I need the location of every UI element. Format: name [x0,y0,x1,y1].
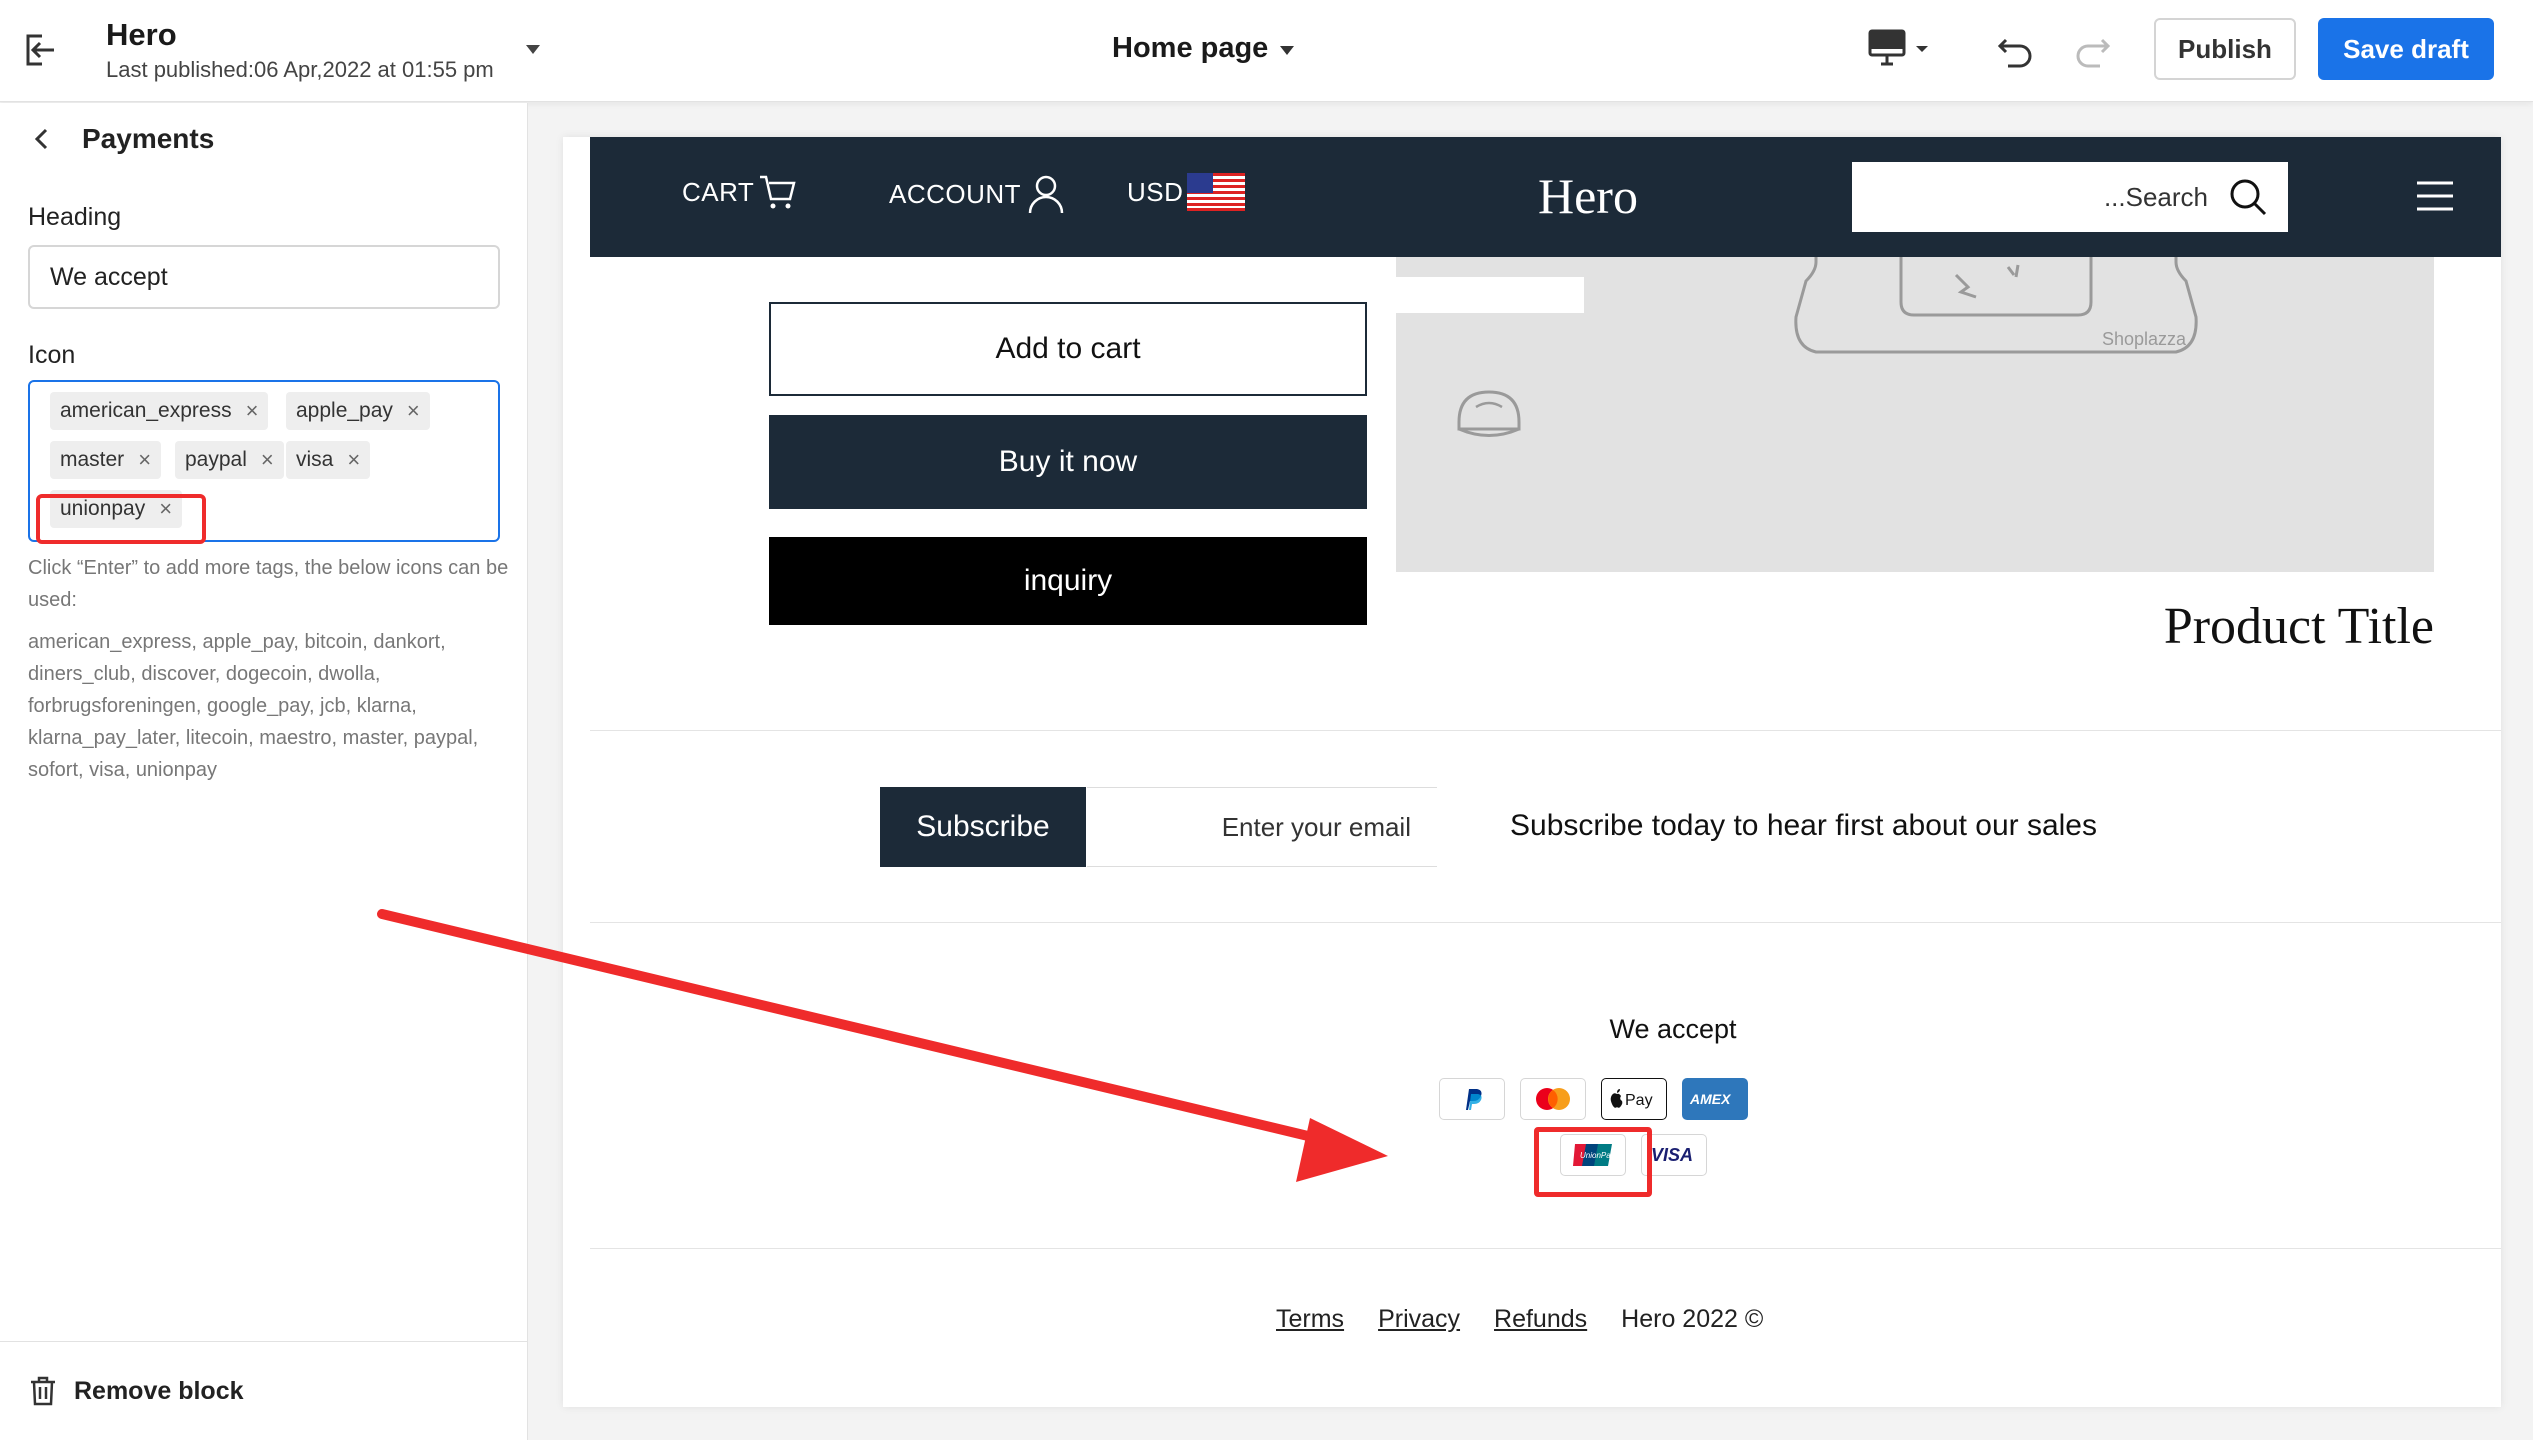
account-link[interactable]: ACCOUNT [889,173,1067,215]
helper-text: Click “Enter” to add more tags, the belo… [28,557,509,611]
image-watermark: Shoplazza [2102,329,2187,349]
undo-icon[interactable] [1996,30,2034,68]
top-bar: Hero Last published:06 Apr,2022 at 01:55… [0,0,2533,102]
tag-label: american_express [60,399,232,422]
american-express-icon: AMEX [1682,1078,1748,1120]
search-placeholder: ...Search [2103,181,2208,212]
tag-label: apple_pay [296,399,393,422]
save-draft-button[interactable]: Save draft [2318,18,2494,80]
tag-label: visa [296,448,334,471]
heading-label: Heading [28,203,122,231]
close-icon[interactable]: × [407,400,420,422]
apple-pay-icon: Pay [1601,1078,1667,1120]
inquiry-button[interactable]: inquiry [769,537,1367,625]
user-icon [1028,175,1064,214]
store-preview: CART ACCOUNT USD Hero ...Search Shoplazz… [563,137,2501,1407]
store-header: CART ACCOUNT USD Hero ...Search [590,137,2501,257]
refunds-link[interactable]: Refunds [1494,1305,1587,1334]
redo-icon[interactable] [2074,30,2112,68]
tag-visa: visa × [286,441,371,479]
remove-block-button[interactable]: Remove block [0,1341,528,1440]
trash-icon [31,1376,55,1406]
page-selector-label: Home page [1112,32,1269,64]
image-gap [1396,277,1584,313]
page-selector[interactable]: Home page [1112,32,1295,65]
us-flag-icon [1187,173,1246,211]
close-icon[interactable]: × [138,449,151,471]
svg-text:Pay: Pay [1625,1092,1653,1109]
hamburger-menu-icon[interactable] [2415,179,2455,213]
icon-tags-input[interactable]: american_express × apple_pay × master × … [28,380,500,544]
product-title: Product Title [2163,598,2434,655]
settings-panel: Payments Heading We accept Icon american… [0,103,528,1440]
back-button[interactable]: Payments [28,123,214,155]
tag-american-express: american_express × [50,392,269,430]
close-icon[interactable]: × [246,400,259,422]
unionpay-tag-highlight [36,494,206,544]
store-search-input[interactable]: ...Search [1852,162,2288,232]
cart-link[interactable]: CART [682,173,798,211]
email-input[interactable]: Enter your email [1087,787,1437,867]
add-to-cart-button[interactable]: Add to cart [769,302,1367,396]
last-published-text: Last published:06 Apr,2022 at 01:55 pm [106,57,494,82]
close-icon[interactable]: × [347,449,360,471]
footer-links: Terms Privacy Refunds Hero 2022 © [1276,1305,1763,1334]
terms-link[interactable]: Terms [1276,1305,1344,1334]
section-divider [590,922,2501,923]
icon-label: Icon [28,341,76,369]
search-icon[interactable] [2228,177,2268,217]
desktop-view-icon[interactable] [1868,28,1932,70]
available-icons-text: american_express, apple_pay, bitcoin, da… [28,631,479,781]
buy-it-now-button[interactable]: Buy it now [769,415,1367,509]
payments-heading: We accept [1609,1014,1737,1044]
tag-label: master [60,448,125,471]
close-icon[interactable]: × [261,449,274,471]
svg-text:VISA: VISA [1651,1145,1693,1165]
cart-icon [760,175,796,209]
cart-label: CART [682,176,755,207]
theme-dropdown-caret-icon[interactable] [526,45,540,54]
panel-title: Payments [82,123,215,154]
account-label: ACCOUNT [889,178,1022,209]
subscribe-text: Subscribe today to hear first about our … [1510,809,2097,842]
store-logo[interactable]: Hero [1538,167,1638,225]
privacy-link[interactable]: Privacy [1378,1305,1460,1334]
currency-label: USD [1127,176,1184,207]
paypal-icon [1439,1078,1505,1120]
copyright-text: Hero 2022 © [1621,1305,1764,1333]
remove-block-label: Remove block [74,1376,244,1405]
mastercard-icon [1520,1078,1586,1120]
svg-text:AMEX: AMEX [1689,1091,1732,1107]
unionpay-icon-highlight [1534,1127,1652,1197]
theme-name: Hero [106,17,177,52]
tag-master: master × [50,441,162,479]
publish-button[interactable]: Publish [2154,18,2296,80]
subscribe-button[interactable]: Subscribe [880,787,1086,867]
exit-icon[interactable] [20,30,60,70]
chevron-left-icon [34,128,48,150]
tag-apple-pay: apple_pay × [286,392,430,430]
section-divider [590,730,2501,731]
heading-input[interactable]: We accept [28,245,500,309]
tag-paypal: paypal × [175,441,284,479]
currency-selector[interactable]: USD [1127,173,1246,211]
tag-label: paypal [185,448,247,471]
chevron-down-icon [1280,46,1295,55]
section-divider [590,1248,2501,1249]
